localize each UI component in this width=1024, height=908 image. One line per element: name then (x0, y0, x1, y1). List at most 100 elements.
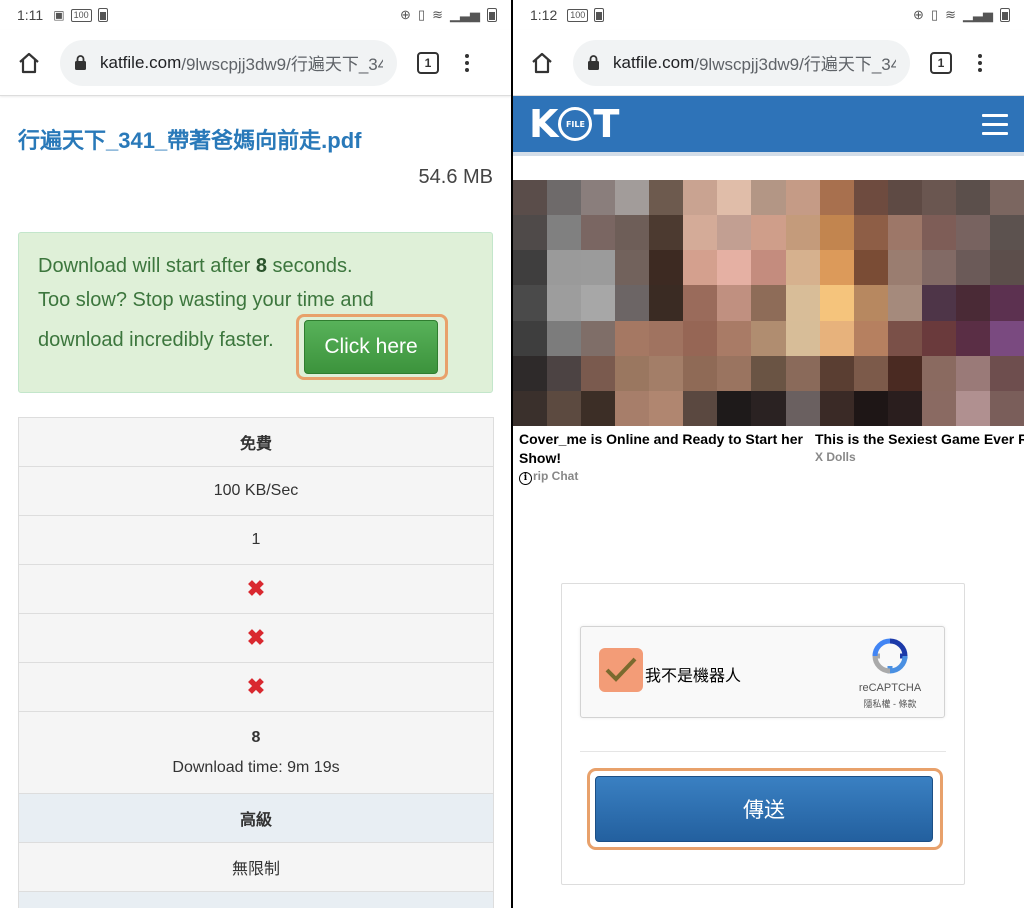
ad-pixel (581, 250, 616, 286)
ad-pixel (785, 180, 820, 216)
ad-pixel (649, 355, 684, 391)
ad-pixel (581, 320, 616, 356)
ad-pixel (717, 250, 752, 286)
cross-icon: ✖ (246, 625, 266, 650)
countdown-text: Download will start after 8 seconds. (38, 255, 492, 289)
logo-k: K (529, 102, 558, 146)
status-right-icons: ⊕ ▯ ≋ ▁▃▅ (913, 7, 1010, 23)
upsell-text-2: download incredibly faster. (38, 329, 274, 351)
ad-pixel (955, 180, 990, 216)
ad-pixel (921, 180, 956, 216)
ad-pixel (649, 285, 684, 321)
vibrate-icon: ▯ (930, 7, 939, 22)
ad-pixel (921, 285, 956, 321)
ad-pixel (989, 250, 1024, 286)
submit-button[interactable]: 傳送 (595, 776, 933, 842)
battery-icon (594, 8, 605, 22)
ad-pixel (513, 390, 548, 426)
countdown-seconds: 8 (255, 255, 267, 277)
ad-pixel (717, 320, 752, 356)
ad-pixel (683, 285, 718, 321)
recaptcha-widget: 我不是機器人 reCAPTCHA 隱私權 - 條款 (580, 626, 945, 718)
data-saver-icon: ⊕ (913, 7, 924, 22)
battery-icon (97, 8, 108, 22)
ad-pixel (853, 320, 888, 356)
file-size: 54.6 MB (418, 166, 493, 188)
countdown-prefix: Download will start after (38, 255, 256, 277)
home-icon[interactable] (529, 50, 555, 76)
ad-pixel (717, 285, 752, 321)
ad-pixel (751, 180, 786, 216)
ad-pixel (989, 215, 1024, 251)
url-domain: katfile.com (100, 52, 182, 72)
countdown-suffix: seconds. (267, 255, 353, 277)
ad-pixel (717, 355, 752, 391)
ad-pixel (887, 250, 922, 286)
captcha-form: 我不是機器人 reCAPTCHA 隱私權 - 條款 傳送 (561, 583, 965, 885)
logo-t: T (593, 102, 619, 146)
ad-pixel (887, 215, 922, 251)
url-bar[interactable]: katfile.com/9lwscpjj3dw9/行遍天下_34 (60, 39, 397, 86)
ad-item[interactable]: This is the Sexiest Game Ever Re X Dolls (809, 430, 1024, 485)
ad-pixel (853, 355, 888, 391)
right-screen: 1:12 100 ⊕ ▯ ≋ ▁▃▅ katfile.com/9lwscpjj3… (513, 0, 1024, 908)
ad-pixel (547, 215, 582, 251)
ad-pixel (581, 215, 616, 251)
more-menu-icon[interactable] (978, 53, 982, 72)
captcha-checkbox[interactable] (599, 648, 643, 692)
left-screen: 1:11 ▣ 100 ⊕ ▯ ≋ ▁▃▅ katfile.com/9lwscpj… (0, 0, 511, 908)
table-row: ✖ (19, 614, 493, 663)
ad-item[interactable]: Cover_me is Online and Ready to Start he… (513, 430, 809, 485)
ad-pixel (819, 250, 854, 286)
ad-pixel (683, 180, 718, 216)
ad-pixel (989, 285, 1024, 321)
ad-pixel (989, 180, 1024, 216)
download-alert: Download will start after 8 seconds. Too… (18, 232, 493, 393)
url-bar[interactable]: katfile.com/9lwscpjj3dw9/行遍天下_34 (573, 39, 910, 86)
ad-pixel (547, 285, 582, 321)
ad-pixel (649, 180, 684, 216)
ad-pixel (751, 285, 786, 321)
ad-source: rip Chat (533, 469, 579, 483)
home-icon[interactable] (16, 50, 42, 76)
ad-pixel (887, 285, 922, 321)
table-row (19, 892, 493, 908)
ad-pixel (785, 215, 820, 251)
ad-pixel (785, 285, 820, 321)
recaptcha-links[interactable]: 隱私權 - 條款 (850, 697, 930, 710)
ad-pixel (785, 355, 820, 391)
table-row: ✖ (19, 663, 493, 712)
ad-pixel (649, 390, 684, 426)
more-menu-icon[interactable] (465, 53, 469, 72)
logo-file-circle: FILE (558, 107, 593, 141)
ad-pixel (683, 215, 718, 251)
ad-pixel (887, 355, 922, 391)
ad-pixel (683, 320, 718, 356)
ad-pixel (547, 320, 582, 356)
plan-value: 1 (19, 516, 493, 565)
ad-pixel (853, 215, 888, 251)
ad-pixel (921, 390, 956, 426)
signal-icon: ▁▃▅ (963, 7, 993, 22)
info-icon[interactable]: i (519, 472, 532, 485)
ad-source: X Dolls (815, 450, 856, 464)
ad-pixel (615, 320, 650, 356)
ad-pixel (547, 250, 582, 286)
ad-pixel (887, 320, 922, 356)
pixelated-ad-image[interactable] (513, 180, 1024, 426)
tab-switcher-button[interactable]: 1 (930, 51, 952, 74)
plan-unlimited: 無限制 (19, 843, 493, 892)
tab-switcher-button[interactable]: 1 (417, 51, 439, 74)
ad-pixel (615, 285, 650, 321)
ad-pixel (955, 215, 990, 251)
click-here-button[interactable]: Click here (304, 320, 438, 374)
ad-pixel (581, 180, 616, 216)
katfile-logo[interactable]: K FILE T (529, 102, 619, 146)
image-icon: ▣ (53, 8, 65, 22)
ad-pixel (717, 180, 752, 216)
ad-pixel (819, 320, 854, 356)
ad-pixel (615, 180, 650, 216)
hamburger-menu-icon[interactable] (982, 113, 1008, 135)
data-saver-icon: ⊕ (400, 7, 411, 22)
ad-pixel (581, 390, 616, 426)
